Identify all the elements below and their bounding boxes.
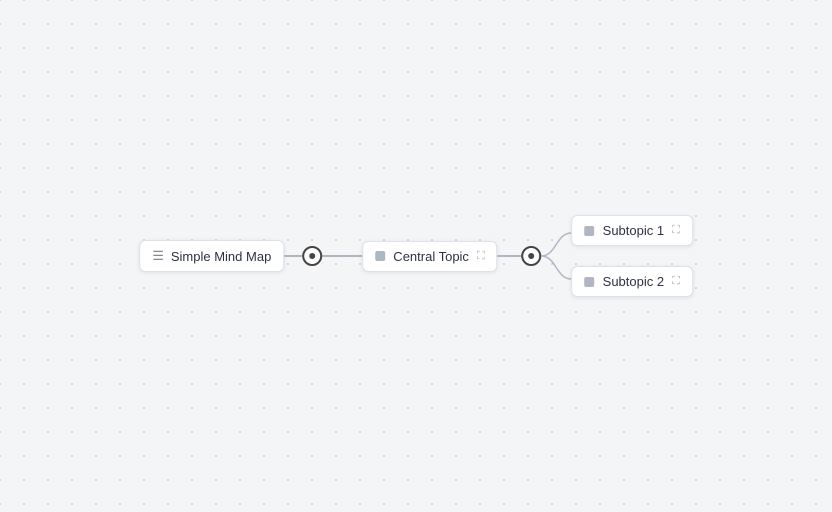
subtopic-row-2: Subtopic 2 ⛶	[572, 266, 693, 297]
root-label: Simple Mind Map	[171, 249, 271, 264]
central-square-icon	[375, 251, 385, 261]
subtopic1-expand-icon[interactable]: ⛶	[672, 224, 680, 237]
branch-area: Subtopic 1 ⛶ Subtopic 2 ⛶	[542, 211, 693, 301]
branch-connector-dot	[529, 253, 535, 259]
mindmap-container: ☰ Simple Mind Map Central Topic ⛶	[139, 211, 693, 301]
subtopic2-expand-icon[interactable]: ⛶	[672, 275, 680, 288]
subtopic1-label: Subtopic 1	[603, 223, 664, 238]
line-central-to-branch	[498, 255, 522, 257]
branch-lines-svg	[542, 211, 572, 301]
subtopic-row-1: Subtopic 1 ⛶	[572, 215, 693, 246]
subtopic2-label: Subtopic 2	[603, 274, 664, 289]
root-connector-circle[interactable]	[302, 246, 322, 266]
connector-dot	[309, 253, 315, 259]
central-label: Central Topic	[393, 249, 469, 264]
list-icon: ☰	[152, 248, 164, 264]
line-root-to-connector	[284, 255, 302, 257]
subtopic2-square-icon	[585, 277, 595, 287]
mindmap-canvas: ☰ Simple Mind Map Central Topic ⛶	[0, 0, 832, 512]
subtopic1-square-icon	[585, 226, 595, 236]
central-expand-icon[interactable]: ⛶	[477, 250, 485, 263]
line-connector-to-central	[322, 255, 362, 257]
root-node[interactable]: ☰ Simple Mind Map	[139, 240, 284, 272]
branch-connector-circle[interactable]	[522, 246, 542, 266]
subtopic-node-2[interactable]: Subtopic 2 ⛶	[572, 266, 693, 297]
subtopic-node-1[interactable]: Subtopic 1 ⛶	[572, 215, 693, 246]
central-node[interactable]: Central Topic ⛶	[362, 241, 497, 272]
subtopics-list: Subtopic 1 ⛶ Subtopic 2 ⛶	[572, 215, 693, 297]
